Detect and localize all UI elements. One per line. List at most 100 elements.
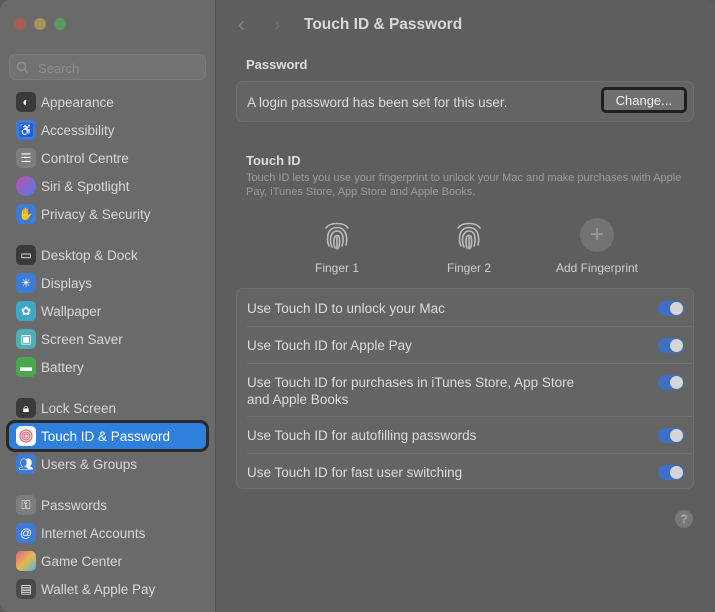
divider: [247, 453, 693, 454]
purchases-toggle[interactable]: [658, 375, 684, 390]
add-fingerprint-button[interactable]: + Add Fingerprint: [542, 218, 652, 275]
sidebar-item-label: Internet Accounts: [41, 525, 146, 541]
system-settings-window: ◐ Appearance ♿ Accessibility ☰ Control C…: [0, 0, 715, 612]
siri-icon: [16, 176, 36, 196]
autofill-passwords-toggle[interactable]: [658, 428, 684, 443]
sidebar-item-screen-saver[interactable]: ▣ Screen Saver: [9, 326, 206, 352]
change-password-button[interactable]: Change...: [600, 87, 687, 113]
sidebar-item-internet-accounts[interactable]: @ Internet Accounts: [9, 520, 206, 546]
finger-label: Finger 2: [446, 261, 492, 275]
at-icon: @: [16, 523, 36, 543]
plus-icon: +: [580, 218, 614, 252]
unlock-mac-toggle[interactable]: [658, 301, 684, 316]
dock-icon: ▭: [16, 245, 36, 265]
sidebar-item-control-centre[interactable]: ☰ Control Centre: [9, 145, 206, 171]
touch-id-settings-card: Use Touch ID to unlock your Mac Use Touc…: [236, 288, 694, 489]
help-button[interactable]: ?: [675, 510, 693, 528]
sidebar-item-wallet-apple-pay[interactable]: ▤ Wallet & Apple Pay: [9, 576, 206, 602]
password-status-text: A login password has been set for this u…: [247, 95, 508, 110]
touch-id-description: Touch ID lets you use your fingerprint t…: [246, 172, 682, 198]
wallet-icon: ▤: [16, 579, 36, 599]
sidebar-item-battery[interactable]: ▬ Battery: [9, 354, 206, 380]
sidebar-item-label: Wallpaper: [41, 303, 102, 319]
setting-label: Use Touch ID for purchases in iTunes Sto…: [247, 375, 575, 407]
sidebar-item-label: Siri & Spotlight: [41, 178, 130, 194]
touch-id-section-title: Touch ID: [246, 153, 301, 168]
sidebar-item-wallpaper[interactable]: ✿ Wallpaper: [9, 298, 206, 324]
sidebar-item-label: Privacy & Security: [41, 206, 151, 222]
sidebar-item-label: Users & Groups: [41, 456, 138, 472]
accessibility-icon: ♿: [16, 120, 36, 140]
sidebar-item-label: Touch ID & Password: [41, 428, 171, 444]
lock-icon: 🔒︎: [16, 398, 36, 418]
setting-label: Use Touch ID for Apple Pay: [247, 338, 412, 353]
close-button[interactable]: [14, 18, 26, 30]
fast-user-switching-toggle[interactable]: [658, 465, 684, 480]
sidebar-item-passwords[interactable]: ⚿ Passwords: [9, 492, 206, 518]
add-fingerprint-label: Add Fingerprint: [555, 261, 639, 275]
forward-chevron-icon[interactable]: ›: [274, 14, 281, 37]
password-card: A login password has been set for this u…: [236, 81, 694, 122]
sidebar-item-label: Screen Saver: [41, 331, 123, 347]
game-center-icon: [16, 551, 36, 571]
sidebar-item-desktop-dock[interactable]: ▭ Desktop & Dock: [9, 242, 206, 268]
setting-label: Use Touch ID to unlock your Mac: [247, 301, 445, 316]
sidebar-item-accessibility[interactable]: ♿ Accessibility: [9, 117, 206, 143]
search-input[interactable]: [36, 58, 200, 78]
sidebar: ◐ Appearance ♿ Accessibility ☰ Control C…: [0, 0, 216, 612]
fingerprint-icon: [457, 222, 481, 250]
toggle-knob: [670, 466, 683, 479]
sidebar-item-users-groups[interactable]: 👥︎ Users & Groups: [9, 451, 206, 477]
page-title: Touch ID & Password: [304, 16, 463, 33]
sidebar-item-label: Desktop & Dock: [41, 247, 138, 263]
sidebar-item-appearance[interactable]: ◐ Appearance: [9, 89, 206, 115]
apple-pay-toggle[interactable]: [658, 338, 684, 353]
sidebar-item-label: Battery: [41, 359, 84, 375]
finger-1[interactable]: Finger 1: [282, 218, 392, 275]
sidebar-item-label: Displays: [41, 275, 93, 291]
back-chevron-icon[interactable]: ‹: [238, 14, 245, 37]
search-icon: [16, 61, 29, 74]
sidebar-item-label: Game Center: [41, 553, 123, 569]
toggle-knob: [670, 339, 683, 352]
hand-icon: ✋: [16, 204, 36, 224]
setting-label: Use Touch ID for fast user switching: [247, 465, 463, 480]
zoom-button[interactable]: [54, 18, 66, 30]
minimize-button[interactable]: [34, 18, 46, 30]
search-field[interactable]: [9, 54, 206, 80]
main-pane: ‹ › Touch ID & Password Password A login…: [216, 0, 715, 612]
users-icon: 👥︎: [16, 454, 36, 474]
password-section-title: Password: [246, 57, 308, 72]
toggle-knob: [670, 429, 683, 442]
sidebar-item-label: Control Centre: [41, 150, 129, 166]
sidebar-item-game-center[interactable]: Game Center: [9, 548, 206, 574]
screen-saver-icon: ▣: [16, 329, 36, 349]
sidebar-item-label: Accessibility: [41, 122, 115, 138]
finger-label: Finger 1: [314, 261, 360, 275]
setting-label: Use Touch ID for autofilling passwords: [247, 428, 477, 443]
sidebar-item-label: Wallet & Apple Pay: [41, 581, 156, 597]
sidebar-item-displays[interactable]: ☀ Displays: [9, 270, 206, 296]
sidebar-item-label: Lock Screen: [41, 400, 117, 416]
window-controls: [14, 18, 66, 30]
fingerprint-icon: [16, 426, 36, 446]
finger-2[interactable]: Finger 2: [414, 218, 524, 275]
divider: [247, 363, 693, 364]
fingerprint-icon: [325, 222, 349, 250]
battery-icon: ▬: [16, 357, 36, 377]
sidebar-item-lock-screen[interactable]: 🔒︎ Lock Screen: [9, 395, 206, 421]
toggle-knob: [670, 376, 683, 389]
divider: [247, 416, 693, 417]
sidebar-item-label: Appearance: [41, 94, 114, 110]
toggle-knob: [670, 302, 683, 315]
sidebar-item-label: Passwords: [41, 497, 108, 513]
sidebar-item-touch-id-password[interactable]: Touch ID & Password: [6, 420, 209, 452]
flower-icon: ✿: [16, 301, 36, 321]
appearance-icon: ◐: [16, 92, 36, 112]
key-icon: ⚿: [16, 495, 36, 515]
sidebar-item-siri-spotlight[interactable]: Siri & Spotlight: [9, 173, 206, 199]
divider: [247, 326, 693, 327]
sun-icon: ☀: [16, 273, 36, 293]
sidebar-item-privacy-security[interactable]: ✋ Privacy & Security: [9, 201, 206, 227]
control-centre-icon: ☰: [16, 148, 36, 168]
